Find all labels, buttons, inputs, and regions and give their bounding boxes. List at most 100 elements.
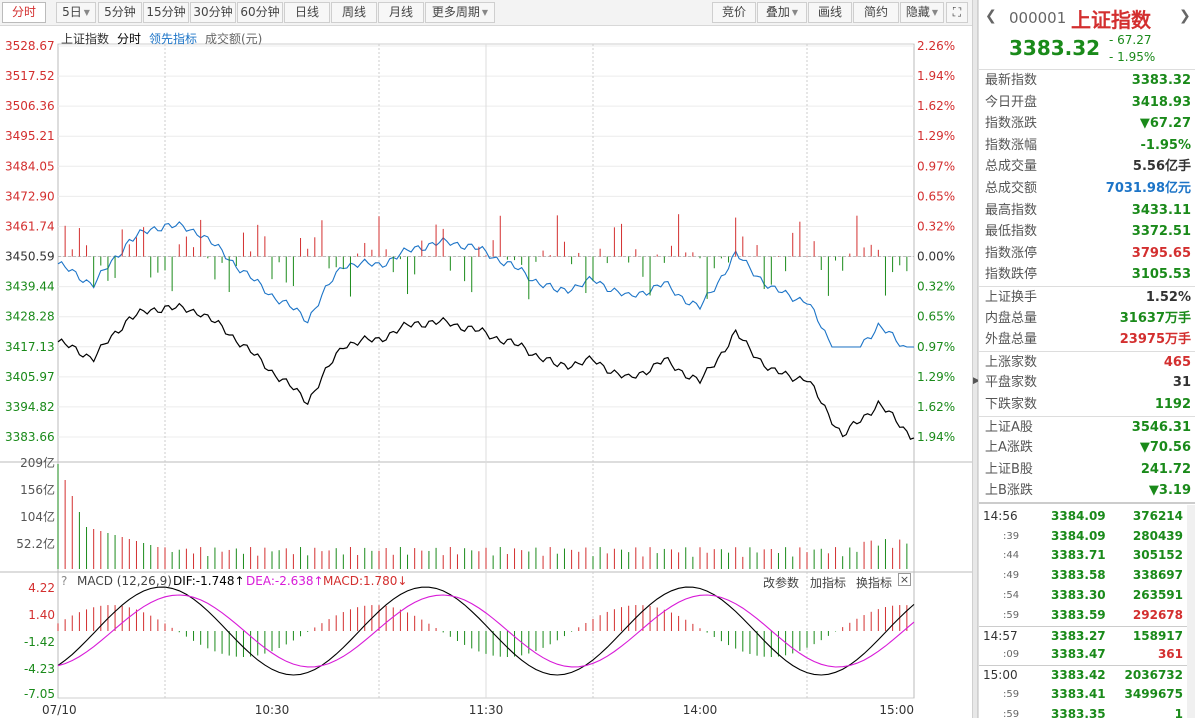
quote-label: 指数涨幅: [985, 137, 1038, 153]
tick-price: 3383.35: [1051, 706, 1106, 718]
macd-dif: DIF:-1.748↑: [173, 574, 245, 588]
tick-time: :49: [1003, 570, 1020, 582]
tick-time: :59: [1003, 609, 1020, 621]
quote-label: 上涨家数: [985, 354, 1038, 370]
tick-list: 14:56 3384.09 376214:39 3384.09 280439:44 338…: [979, 501, 1195, 718]
quote-value: 1192: [1154, 396, 1191, 412]
quote-panel: ❮ 000001 上证指数 ❯ 3383.32 - 67.27 - 1.95% …: [978, 0, 1195, 718]
pct-tick-label: 0.32%: [917, 219, 955, 233]
close-icon[interactable]: ×: [898, 573, 911, 586]
legend-lead-indicator[interactable]: 领先指标: [149, 30, 197, 47]
chevron-down-icon: ▼: [931, 8, 939, 17]
overlay-button[interactable]: 叠加 ▼: [757, 2, 807, 23]
tab-monthly[interactable]: 月线: [378, 2, 424, 23]
price-change-pct: - 1.95%: [1109, 50, 1156, 64]
legend-index-name: 上证指数: [61, 32, 110, 46]
tab-more-periods[interactable]: 更多周期 ▼: [425, 2, 495, 23]
next-stock-icon[interactable]: ❯: [1179, 8, 1191, 24]
tick-volume: 158917: [1132, 628, 1183, 643]
quote-value: 3418.93: [1131, 94, 1191, 110]
quote-value: 1.52%: [1145, 289, 1191, 305]
chart-area[interactable]: 3528.67 2.26% 3517.52 1.94% 3506.36 1.62% 3495…: [0, 26, 972, 718]
price-tick-label: 3517.52: [5, 69, 55, 83]
change-params-button[interactable]: 改参数: [763, 574, 799, 591]
fullscreen-icon[interactable]: ⛶: [946, 2, 968, 23]
quote-table: 最新指数 3383.32 今日开盘 3418.93 指数涨跌 ▼67.27 指数涨幅 -1.9…: [979, 70, 1195, 502]
legend-mode: 分时: [117, 32, 142, 46]
tick-row: :09 3383.47 361: [979, 645, 1195, 665]
quote-value: ▼70.56: [1139, 440, 1191, 456]
pct-tick-label: 1.62%: [917, 99, 955, 113]
tick-volume: 280439: [1132, 528, 1183, 543]
tab-weekly[interactable]: 周线: [331, 2, 377, 23]
quote-value: 3383.32: [1131, 73, 1191, 88]
tab-daily[interactable]: 日线: [284, 2, 330, 23]
switch-indicator-button[interactable]: 换指标: [856, 574, 892, 591]
price-tick-label: 3450.59: [5, 250, 55, 264]
simple-mode-button[interactable]: 简约: [853, 2, 899, 23]
time-tick-label: 10:30: [255, 703, 290, 717]
add-indicator-button[interactable]: 加指标: [810, 574, 846, 591]
tab-15min[interactable]: 15分钟: [143, 2, 189, 23]
tick-price: 3384.09: [1051, 508, 1106, 523]
caret-right-icon[interactable]: ▶: [973, 376, 980, 386]
tab-5day[interactable]: 5日 ▼: [56, 2, 96, 23]
price-change: - 67.27: [1109, 33, 1152, 47]
quote-row: 内盘总量 31637万手: [979, 308, 1195, 330]
tab-intraday[interactable]: 分时: [2, 2, 46, 23]
quote-label: 上B涨跌: [985, 483, 1033, 499]
prev-stock-icon[interactable]: ❮: [985, 8, 997, 24]
pct-tick-label: 1.62%: [917, 400, 955, 414]
tick-row: 14:56 3384.09 376214: [979, 507, 1195, 527]
overlay-label: 叠加: [765, 5, 790, 19]
draw-line-button[interactable]: 画线: [808, 2, 852, 23]
stock-name: 上证指数: [1071, 8, 1151, 32]
auction-button[interactable]: 竞价: [712, 2, 756, 23]
quote-label: 指数涨停: [985, 245, 1038, 261]
legend-amount: 成交额(元): [205, 32, 263, 46]
tick-time: :59: [1003, 689, 1020, 701]
quote-value: 3105.53: [1131, 267, 1191, 283]
chevron-down-icon: ▼: [481, 8, 489, 17]
hide-button[interactable]: 隐藏 ▼: [900, 2, 944, 23]
tick-time: :59: [1003, 708, 1020, 718]
price-tick-label: 3484.05: [5, 159, 55, 173]
tick-row: :59 3383.35 1: [979, 705, 1195, 718]
quote-label: 平盘家数: [985, 375, 1038, 391]
tick-price: 3383.27: [1051, 628, 1106, 643]
pct-tick-label: 1.94%: [917, 69, 955, 83]
volume-bars: [57, 464, 908, 569]
tick-volume: 263591: [1132, 588, 1183, 603]
volume-tick-label: 156亿: [20, 482, 55, 497]
quote-value: 241.72: [1140, 461, 1191, 477]
question-icon[interactable]: ?: [61, 574, 67, 588]
tick-volume: 376214: [1132, 508, 1183, 523]
macd-histogram: [57, 605, 908, 657]
quote-value: 23975万手: [1119, 332, 1191, 348]
pct-tick-label: 1.94%: [917, 430, 955, 444]
tick-price: 3383.41: [1051, 687, 1106, 702]
pct-tick-label: 0.00%: [917, 250, 955, 264]
quote-label: 上证B股: [985, 461, 1033, 477]
quote-value: 31: [1172, 375, 1191, 391]
quote-value: 3795.65: [1131, 245, 1191, 261]
macd-tick-label: 1.40: [28, 608, 55, 622]
price-tick-label: 3506.36: [5, 99, 55, 113]
volume-tick-label: 209亿: [20, 455, 55, 470]
tick-volume: 305152: [1132, 548, 1183, 563]
price-tick-label: 3428.28: [5, 310, 55, 324]
quote-value: 5.56亿手: [1132, 159, 1191, 175]
current-price: 3383.32: [1009, 36, 1101, 60]
quote-row: 上证A股 3546.31: [979, 415, 1195, 438]
tick-price: 3383.58: [1051, 568, 1106, 583]
tab-30min[interactable]: 30分钟: [190, 2, 236, 23]
tick-volume: 338697: [1132, 568, 1183, 583]
tick-row: :54 3383.30 263591: [979, 586, 1195, 606]
price-tick-label: 3394.82: [5, 400, 55, 414]
quote-label: 总成交量: [985, 159, 1038, 175]
pct-tick-label: 1.29%: [917, 370, 955, 384]
tab-5min[interactable]: 5分钟: [98, 2, 142, 23]
pct-tick-label: 0.97%: [917, 159, 955, 173]
scrollbar[interactable]: [1187, 505, 1195, 718]
tab-60min[interactable]: 60分钟: [237, 2, 283, 23]
